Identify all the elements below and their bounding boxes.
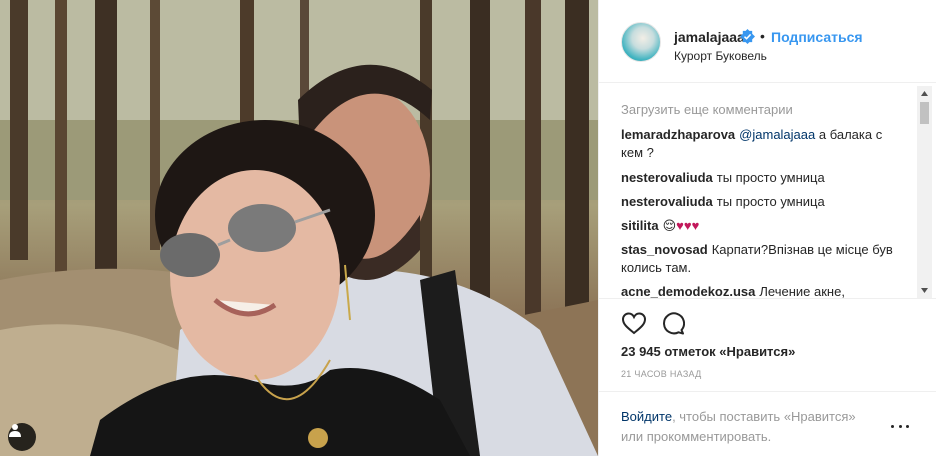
scroll-down-arrow-icon[interactable] bbox=[917, 283, 932, 298]
comment-icon[interactable] bbox=[661, 311, 685, 335]
heart-icon[interactable] bbox=[621, 311, 647, 335]
comment-text: 😌 bbox=[662, 218, 677, 233]
comment-username[interactable]: nesterovaliuda bbox=[621, 170, 713, 185]
comment-hearts: ♥♥♥ bbox=[676, 218, 700, 233]
comments-scrollbar[interactable] bbox=[917, 86, 932, 298]
comment-username[interactable]: sitilita bbox=[621, 218, 659, 233]
comment-mention[interactable]: @jamalajaaa bbox=[739, 127, 815, 142]
login-prompt: Войдите, чтобы поставить «Нравится» или … bbox=[599, 391, 936, 457]
post-panel: jamalajaaa • Подписаться Курорт Буковель… bbox=[598, 0, 936, 456]
load-more-comments-button[interactable]: Загрузить еще комментарии bbox=[621, 102, 793, 117]
separator-dot: • bbox=[760, 28, 765, 44]
comment-text: ты просто умница bbox=[716, 194, 825, 209]
photo-illustration bbox=[0, 0, 598, 456]
user-tag-button[interactable] bbox=[8, 423, 36, 451]
comment-username[interactable]: nesterovaliuda bbox=[621, 194, 713, 209]
location-link[interactable]: Курорт Буковель bbox=[674, 49, 767, 63]
comment-item: sitilita 😌♥♥♥ bbox=[621, 217, 906, 235]
login-prompt-text: Войдите, чтобы поставить «Нравится» или … bbox=[621, 407, 881, 447]
post-photo[interactable] bbox=[0, 0, 598, 456]
scroll-up-arrow-icon[interactable] bbox=[917, 86, 932, 101]
user-tag-icon bbox=[9, 424, 21, 437]
follow-button[interactable]: Подписаться bbox=[771, 29, 863, 45]
comment-item: lemaradzhaparova @jamalajaaa а балака с к… bbox=[621, 126, 906, 162]
actions-divider bbox=[599, 298, 936, 299]
login-link[interactable]: Войдите bbox=[621, 409, 672, 424]
comment-item: stas_novosad Карпати?Впізнав це місце був… bbox=[621, 241, 906, 277]
comments-list: Загрузить еще комментарии lemaradzhaparo… bbox=[599, 86, 936, 298]
avatar[interactable] bbox=[621, 22, 661, 62]
comment-username[interactable]: acne_demodekoz.usa bbox=[621, 284, 755, 298]
comment-username[interactable]: stas_novosad bbox=[621, 242, 708, 257]
post-timestamp[interactable]: 21 ЧАСОВ НАЗАД bbox=[621, 369, 702, 379]
username-link[interactable]: jamalajaaa bbox=[674, 29, 745, 45]
comment-username[interactable]: lemaradzhaparova bbox=[621, 127, 735, 142]
likes-count[interactable]: 23 945 отметок «Нравится» bbox=[621, 344, 795, 359]
comment-text: ты просто умница bbox=[716, 170, 825, 185]
comment-item: acne_demodekoz.usa Лечение акне, bbox=[621, 283, 906, 298]
verified-icon bbox=[740, 29, 755, 44]
comment-item: nesterovaliuda ты просто умница bbox=[621, 169, 906, 187]
comment-text: Лечение акне, bbox=[759, 284, 845, 298]
comment-item: nesterovaliuda ты просто умница bbox=[621, 193, 906, 211]
post-header: jamalajaaa • Подписаться Курорт Буковель bbox=[599, 0, 936, 83]
scrollbar-thumb[interactable] bbox=[920, 102, 929, 124]
more-options-icon[interactable] bbox=[891, 422, 909, 430]
